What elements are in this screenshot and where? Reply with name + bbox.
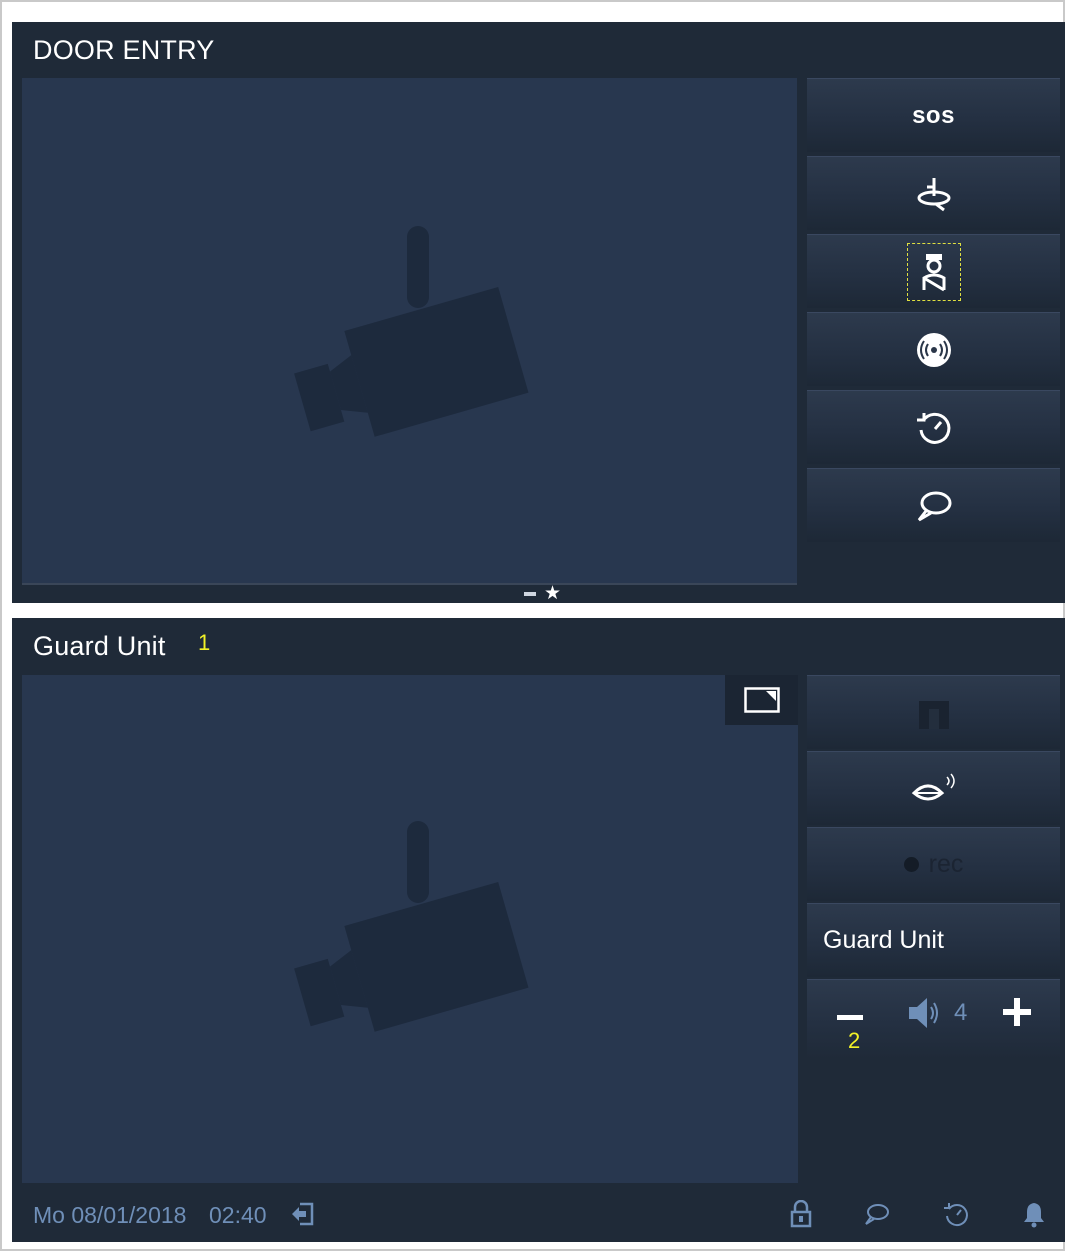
unlock-door-button[interactable] <box>807 675 1060 749</box>
lock-icon[interactable] <box>790 1200 812 1228</box>
favorite-star-icon[interactable]: ★ <box>544 584 561 603</box>
alarm-signal-icon <box>916 332 951 367</box>
talk-button[interactable] <box>807 751 1060 825</box>
sos-button[interactable]: sos <box>807 78 1060 152</box>
history-icon[interactable] <box>942 1200 970 1228</box>
guard-unit-panel: Guard Unit 1 rec Guard Unit 4 2 Mo 08/01… <box>12 618 1065 1242</box>
message-button[interactable] <box>807 468 1060 542</box>
volume-level: 4 <box>954 999 968 1026</box>
page-indicator: ★ <box>524 584 561 603</box>
surveillance-rotate-icon <box>917 177 950 211</box>
alarm-button[interactable] <box>807 312 1060 386</box>
message-icon <box>917 491 951 521</box>
status-bar: Mo 08/01/2018 02:40 <box>12 1190 1065 1242</box>
camera-placeholder-icon <box>294 821 529 1032</box>
annotation-2: 2 <box>848 1028 861 1053</box>
video-area[interactable] <box>22 78 797 585</box>
talk-mouth-icon <box>911 773 955 800</box>
plus-icon[interactable] <box>1003 998 1031 1026</box>
volume-control: 4 2 <box>807 979 1060 1059</box>
status-time: 02:40 <box>209 1202 267 1228</box>
page-title: DOOR ENTRY <box>33 35 215 65</box>
guard-unit-button[interactable] <box>807 234 1060 308</box>
speaker-icon <box>909 998 938 1028</box>
annotation-1: 1 <box>198 630 211 655</box>
message-icon[interactable] <box>862 1200 890 1228</box>
callee-name: Guard Unit <box>823 926 944 954</box>
focus-indicator <box>906 242 961 301</box>
picture-in-picture-icon <box>743 687 780 713</box>
video-area[interactable] <box>22 675 798 1183</box>
guard-unit-icon <box>922 253 945 291</box>
history-button[interactable] <box>807 390 1060 464</box>
exit-home-icon[interactable] <box>290 1200 316 1228</box>
history-icon <box>916 412 950 444</box>
unlock-door-icon <box>918 700 949 729</box>
page-dash-icon[interactable] <box>524 591 536 596</box>
sos-label: sos <box>912 101 955 129</box>
surveillance-button[interactable] <box>807 156 1060 230</box>
app-frame: DOOR ENTRY ★ sos Guard Unit 1 rec Guard … <box>0 0 1065 1251</box>
callee-name-display: Guard Unit <box>807 903 1060 977</box>
record-icon <box>903 857 919 872</box>
door-entry-panel: DOOR ENTRY ★ sos <box>12 22 1065 603</box>
bell-icon[interactable] <box>1022 1200 1046 1228</box>
camera-placeholder-icon <box>294 226 529 437</box>
page-title: Guard Unit <box>33 631 166 661</box>
status-date: Mo 08/01/2018 <box>33 1202 187 1228</box>
record-button[interactable]: rec <box>807 827 1060 901</box>
record-label: rec <box>928 850 964 878</box>
picture-in-picture-button[interactable] <box>725 675 798 725</box>
